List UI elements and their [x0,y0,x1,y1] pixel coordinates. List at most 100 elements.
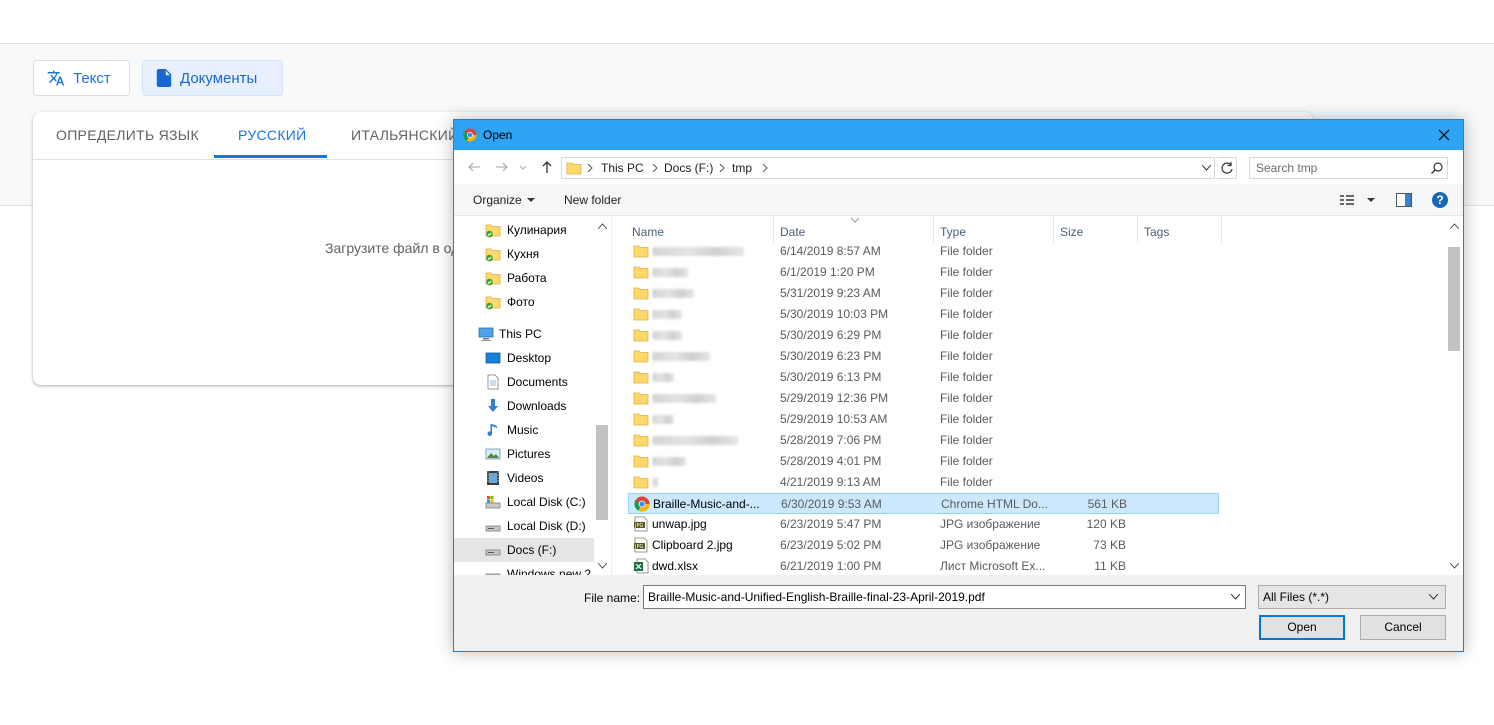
document-icon [156,69,172,87]
file-name-redacted [652,367,774,389]
preview-pane-icon[interactable] [1396,193,1412,207]
file-type: File folder [940,286,993,300]
forward-arrow-icon[interactable] [494,159,510,175]
nav-item-windows-new-2[interactable]: Windows new 2 [454,562,594,575]
scroll-down-icon[interactable] [1450,563,1459,569]
chevron-down-icon [526,198,535,202]
address-bar[interactable]: This PC Docs (F:) tmp [561,157,1215,179]
nav-item-pictures[interactable]: Pictures [454,442,594,466]
file-name-combobox[interactable] [643,585,1246,609]
breadcrumb-this-pc[interactable]: This PC [601,158,644,178]
table-row[interactable]: 5/31/2019 9:23 AM File folder [628,283,1219,304]
file-type-value: All Files (*.*) [1263,590,1330,604]
pictures-icon [485,448,501,460]
file-name-input[interactable] [644,586,1224,608]
column-header-size[interactable]: Size [1054,217,1138,243]
dialog-title-bar[interactable]: Open [454,120,1463,150]
nav-item-label: Кулинария [507,223,567,237]
nav-item-local-disk-c[interactable]: Local Disk (C:) [454,490,594,514]
documents-mode-button[interactable]: Документы [142,60,283,96]
chevron-right-icon [762,164,768,172]
change-view-icon[interactable] [1340,193,1380,207]
scroll-thumb[interactable] [596,425,608,520]
chevron-right-icon [652,164,658,172]
table-row[interactable]: 5/29/2019 10:53 AM File folder [628,409,1219,430]
nav-item-label: Фото [507,295,535,309]
table-row[interactable]: 4/21/2019 9:13 AM File folder [628,472,1219,493]
table-row[interactable]: 6/14/2019 8:57 AM File folder [628,241,1219,262]
folder-icon [633,266,649,279]
file-date: 6/1/2019 1:20 PM [780,265,875,279]
up-arrow-icon[interactable] [539,159,555,175]
nav-item-label: Pictures [507,447,551,461]
nav-item-videos[interactable]: Videos [454,466,594,490]
help-icon[interactable]: ? [1432,192,1448,208]
scroll-thumb[interactable] [1448,247,1460,351]
tab-italian[interactable]: ИТАЛЬЯНСКИЙ [351,112,458,159]
table-row[interactable]: 5/29/2019 12:36 PM File folder [628,388,1219,409]
close-icon[interactable] [1436,127,1452,143]
column-header-date[interactable]: Date [774,217,934,243]
breadcrumb-docs-drive[interactable]: Docs (F:) [664,158,713,178]
search-input[interactable] [1250,158,1422,178]
breadcrumb-tmp[interactable]: tmp [732,158,752,178]
open-button[interactable]: Open [1259,615,1345,640]
search-icon[interactable] [1431,162,1443,174]
file-list-scrollbar[interactable] [1446,217,1463,575]
file-name: unwap.jpg [652,517,707,531]
nav-item-desktop[interactable]: Desktop [454,346,594,370]
scroll-up-icon[interactable] [1450,223,1459,229]
nav-item-this-pc[interactable]: This PC [454,322,594,346]
scroll-down-icon[interactable] [598,563,607,569]
table-row[interactable]: JPG unwap.jpg 6/23/2019 5:47 PM JPG изображ… [628,514,1219,535]
nav-item-downloads[interactable]: Downloads [454,394,594,418]
scroll-up-icon[interactable] [598,223,607,229]
file-type-select[interactable]: All Files (*.*) [1258,585,1446,609]
nav-item-kulinariya[interactable]: Кулинария [454,218,594,242]
nav-item-kukhnya[interactable]: Кухня [454,242,594,266]
table-row[interactable]: 5/30/2019 10:03 PM File folder [628,304,1219,325]
file-name: Braille-Music-and-... [653,497,760,511]
table-row[interactable]: dwd.xlsx 6/21/2019 1:00 PM Лист Microsoft … [628,556,1219,575]
file-name-redacted [652,262,774,284]
nav-item-rabota[interactable]: Работа [454,266,594,290]
table-row[interactable]: 5/30/2019 6:13 PM File folder [628,367,1219,388]
tab-detect-language[interactable]: ОПРЕДЕЛИТЬ ЯЗЫК [56,112,199,159]
organize-button[interactable]: Organize [473,184,535,216]
chevron-down-icon[interactable] [1231,594,1240,600]
refresh-button[interactable] [1217,157,1237,179]
tab-russian[interactable]: РУССКИЙ [238,112,307,159]
nav-item-music[interactable]: Music [454,418,594,442]
file-type: File folder [940,370,993,384]
chevron-down-icon[interactable] [1202,165,1211,171]
nav-item-local-disk-d[interactable]: Local Disk (D:) [454,514,594,538]
table-row[interactable]: 5/30/2019 6:29 PM File folder [628,325,1219,346]
file-name-redacted [652,451,774,473]
table-row[interactable]: JPG Clipboard 2.jpg 6/23/2019 5:02 PM JPG и… [628,535,1219,556]
file-type: File folder [940,391,993,405]
file-date: 6/23/2019 5:02 PM [780,538,882,552]
file-type: Лист Microsoft Ex... [940,559,1046,573]
search-box[interactable] [1249,157,1448,179]
column-header-tags[interactable]: Tags [1138,217,1222,243]
file-type: JPG изображение [940,517,1041,531]
nav-pane-scrollbar[interactable] [594,217,611,575]
new-folder-button[interactable]: New folder [564,184,621,216]
cancel-button[interactable]: Cancel [1360,615,1446,640]
refresh-icon [1221,162,1233,174]
table-row[interactable]: 5/30/2019 6:23 PM File folder [628,346,1219,367]
file-size: 561 KB [1087,497,1127,511]
table-row[interactable]: Braille-Music-and-... 6/30/2019 9:53 AM Ch… [628,493,1219,514]
nav-item-foto[interactable]: Фото [454,290,594,314]
recent-locations-chevron-icon[interactable] [518,159,528,175]
folder-icon [633,371,649,384]
column-header-type[interactable]: Type [934,217,1054,243]
nav-item-docs-drive[interactable]: Docs (F:) [454,538,594,562]
back-arrow-icon[interactable] [466,159,482,175]
table-row[interactable]: 6/1/2019 1:20 PM File folder [628,262,1219,283]
nav-item-documents[interactable]: Documents [454,370,594,394]
table-row[interactable]: 5/28/2019 4:01 PM File folder [628,451,1219,472]
column-header-name[interactable]: Name [612,217,774,243]
table-row[interactable]: 5/28/2019 7:06 PM File folder [628,430,1219,451]
text-mode-button[interactable]: Текст [33,60,130,96]
